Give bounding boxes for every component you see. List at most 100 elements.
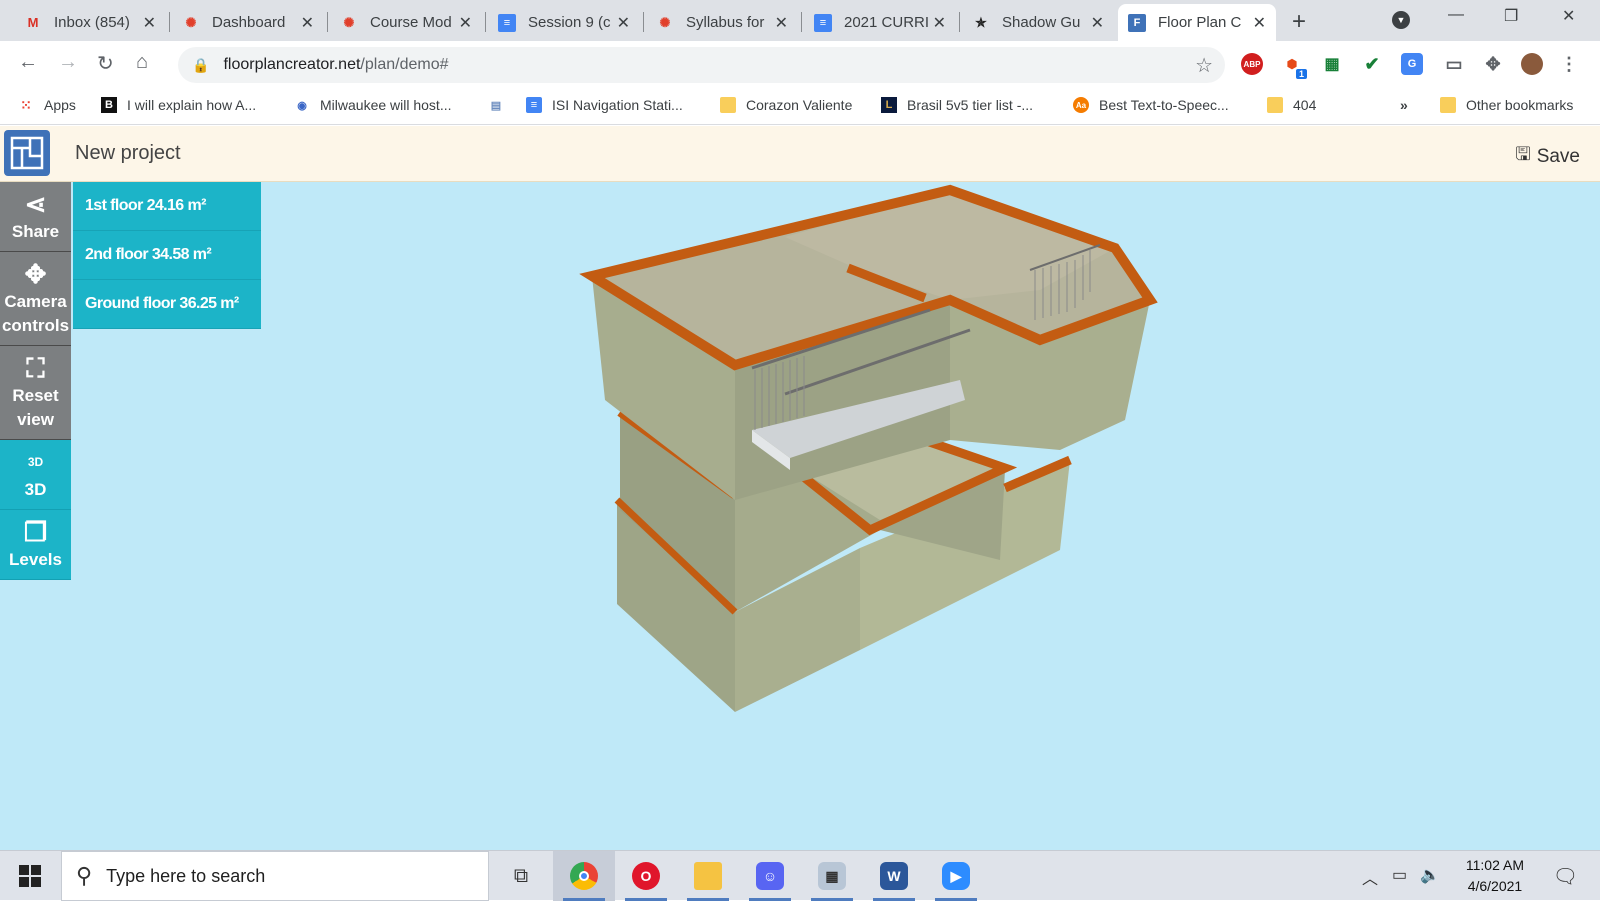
camera-controls-button[interactable]: ✥ Camera controls xyxy=(0,252,71,346)
levels-button[interactable]: ❐ Levels xyxy=(0,510,71,580)
reset-view-button[interactable]: ⛶ Reset view xyxy=(0,346,71,440)
bookmarks-overflow-button[interactable]: » xyxy=(1400,97,1408,113)
bookmark-explain[interactable]: B I will explain how A... xyxy=(101,97,256,113)
forward-icon[interactable]: → xyxy=(58,51,78,74)
floor-item-1st[interactable]: 1st floor 24.16 m² xyxy=(73,182,261,231)
canvas-icon: ✺ xyxy=(659,14,671,30)
share-icon: ⋖ xyxy=(24,188,47,219)
taskbar-chrome[interactable] xyxy=(553,851,615,901)
zoom-icon: ▶ xyxy=(942,862,970,890)
b-icon: B xyxy=(101,97,117,113)
lock-icon: 🔒 xyxy=(192,56,210,73)
taskbar-word[interactable]: W xyxy=(863,851,925,901)
taskbar-app[interactable]: ▦ xyxy=(801,851,863,901)
star-logo-icon: ✯ xyxy=(975,14,987,30)
system-clock[interactable]: 11:02 AM 4/6/2021 xyxy=(1466,855,1524,897)
levels-icon: ❐ xyxy=(23,516,48,547)
battery-icon[interactable]: ▭ xyxy=(1392,865,1407,885)
tab-session-9[interactable]: ≡ Session 9 (c ✕ xyxy=(488,4,640,41)
tab-syllabus[interactable]: ✺ Syllabus for ✕ xyxy=(646,4,798,41)
tab-dashboard[interactable]: ✺ Dashboard ✕ xyxy=(172,4,324,41)
browser-tab-strip: M Inbox (854) ✕ ✺ Dashboard ✕ ✺ Course M… xyxy=(0,0,1600,41)
bookmark-404[interactable]: 404 xyxy=(1267,97,1316,113)
close-icon[interactable]: ✕ xyxy=(1091,13,1104,33)
project-title[interactable]: New project xyxy=(75,142,181,165)
tray-overflow-icon[interactable]: ︿ xyxy=(1362,865,1378,889)
bookmark-corazon-valiente[interactable]: Corazon Valiente xyxy=(720,97,852,113)
bookmarks-bar: ⁙ Apps B I will explain how A... ◉ Milwa… xyxy=(0,89,1600,125)
close-icon[interactable]: ✕ xyxy=(143,13,156,33)
camera-controls-icon: ✥ xyxy=(24,258,47,289)
taskbar-opera[interactable]: O xyxy=(615,851,677,901)
file-explorer-icon xyxy=(694,862,722,890)
docs-icon: ≡ xyxy=(814,13,832,32)
sheets-icon[interactable]: ▦ xyxy=(1321,53,1343,75)
3d-rotate-icon: 3D xyxy=(27,454,44,469)
close-icon[interactable]: ✕ xyxy=(775,13,788,33)
save-button[interactable]: 🖫 Save xyxy=(1515,142,1580,172)
close-icon[interactable]: ✕ xyxy=(1253,13,1266,33)
translate-icon[interactable]: G xyxy=(1401,53,1423,75)
bookmark-milwaukee[interactable]: ◉ Milwaukee will host... xyxy=(294,97,451,113)
check-icon[interactable]: ✔ xyxy=(1361,53,1383,75)
tab-shadow-guide[interactable]: ✯ Shadow Gu ✕ xyxy=(962,4,1114,41)
close-icon[interactable]: ✕ xyxy=(459,13,472,33)
page-icon[interactable]: ▭ xyxy=(1443,53,1465,75)
floor-item-2nd[interactable]: 2nd floor 34.58 m² xyxy=(73,231,261,280)
bookmark-star-icon[interactable]: ☆ xyxy=(1195,53,1213,78)
extension-badge-icon[interactable]: ⬢ 1 xyxy=(1281,53,1307,79)
taskbar-search[interactable]: ⚲ Type here to search xyxy=(61,851,489,901)
app-icon: ▦ xyxy=(818,862,846,890)
docs-icon: ≡ xyxy=(498,13,516,32)
reload-icon[interactable]: ↻ xyxy=(97,51,114,76)
docs-icon: ≡ xyxy=(526,97,542,113)
folder-icon xyxy=(720,97,736,113)
home-icon[interactable]: ⌂ xyxy=(136,51,148,74)
reset-view-icon: ⛶ xyxy=(26,352,45,383)
avatar[interactable] xyxy=(1521,53,1543,75)
floor-item-ground[interactable]: Ground floor 36.25 m² xyxy=(73,280,261,329)
3d-toggle-button[interactable]: 3D 3D xyxy=(0,440,71,510)
globe-icon: ◉ xyxy=(297,99,307,112)
floorplan-icon: F xyxy=(1128,13,1146,32)
close-icon[interactable]: ✕ xyxy=(933,13,946,33)
start-button[interactable] xyxy=(0,851,60,901)
task-view-button[interactable]: ⧉ xyxy=(490,851,552,901)
taskbar-discord[interactable]: ☺ xyxy=(739,851,801,901)
tab-search-icon[interactable]: ▼ xyxy=(1392,11,1410,29)
address-bar[interactable]: 🔒 floorplancreator.net/plan/demo# ☆ xyxy=(178,47,1225,83)
taskbar-zoom[interactable]: ▶ xyxy=(925,851,987,901)
close-icon[interactable]: ✕ xyxy=(301,13,314,33)
share-button[interactable]: ⋖ Share xyxy=(0,182,71,252)
bookmark-brasil-tier-list[interactable]: L Brasil 5v5 tier list -... xyxy=(881,97,1033,113)
discord-icon: ☺ xyxy=(756,862,784,890)
restore-icon[interactable]: ❐ xyxy=(1504,6,1518,26)
tab-floor-plan-creator[interactable]: F Floor Plan C ✕ xyxy=(1118,4,1276,41)
minimize-icon[interactable]: — xyxy=(1448,6,1464,24)
notification-icon[interactable]: 🗨 xyxy=(1553,864,1578,889)
volume-icon[interactable]: 🔈 xyxy=(1420,865,1440,885)
windows-logo-icon xyxy=(19,865,41,887)
tts-icon: Aa xyxy=(1073,97,1089,113)
new-tab-button[interactable]: + xyxy=(1292,8,1306,36)
back-icon[interactable]: ← xyxy=(18,51,38,74)
tab-inbox[interactable]: M Inbox (854) ✕ xyxy=(14,4,166,41)
extensions-puzzle-icon[interactable]: ✥ xyxy=(1482,53,1504,75)
browser-toolbar: ← → ↻ ⌂ 🔒 floorplancreator.net/plan/demo… xyxy=(0,41,1600,89)
windows-taskbar: ⚲ Type here to search ⧉ O ☺ ▦ W ▶ ︿ ▭ 🔈 … xyxy=(0,850,1600,901)
tab-2021-curriculum[interactable]: ≡ 2021 CURRI ✕ xyxy=(804,4,956,41)
adblock-icon[interactable]: ABP xyxy=(1241,53,1263,75)
taskbar-file-explorer[interactable] xyxy=(677,851,739,901)
menu-kebab-icon[interactable]: ⋮ xyxy=(1558,53,1580,75)
floorplan-logo-icon[interactable] xyxy=(4,130,50,176)
tab-course-modules[interactable]: ✺ Course Mod ✕ xyxy=(330,4,482,41)
window-close-icon[interactable]: ✕ xyxy=(1562,6,1575,26)
bookmark-other-bookmarks[interactable]: Other bookmarks xyxy=(1440,97,1573,113)
bookmark-text-to-speech[interactable]: Aa Best Text-to-Speec... xyxy=(1073,97,1229,113)
bookmark-isi-navigation[interactable]: ≡ ISI Navigation Stati... xyxy=(526,97,683,113)
bookmark-page[interactable]: ▤ xyxy=(488,97,514,113)
close-icon[interactable]: ✕ xyxy=(617,13,630,33)
apps-grid-icon: ⁙ xyxy=(20,96,32,113)
save-icon: 🖫 xyxy=(1515,144,1531,164)
bookmark-apps[interactable]: ⁙ Apps xyxy=(18,96,76,114)
